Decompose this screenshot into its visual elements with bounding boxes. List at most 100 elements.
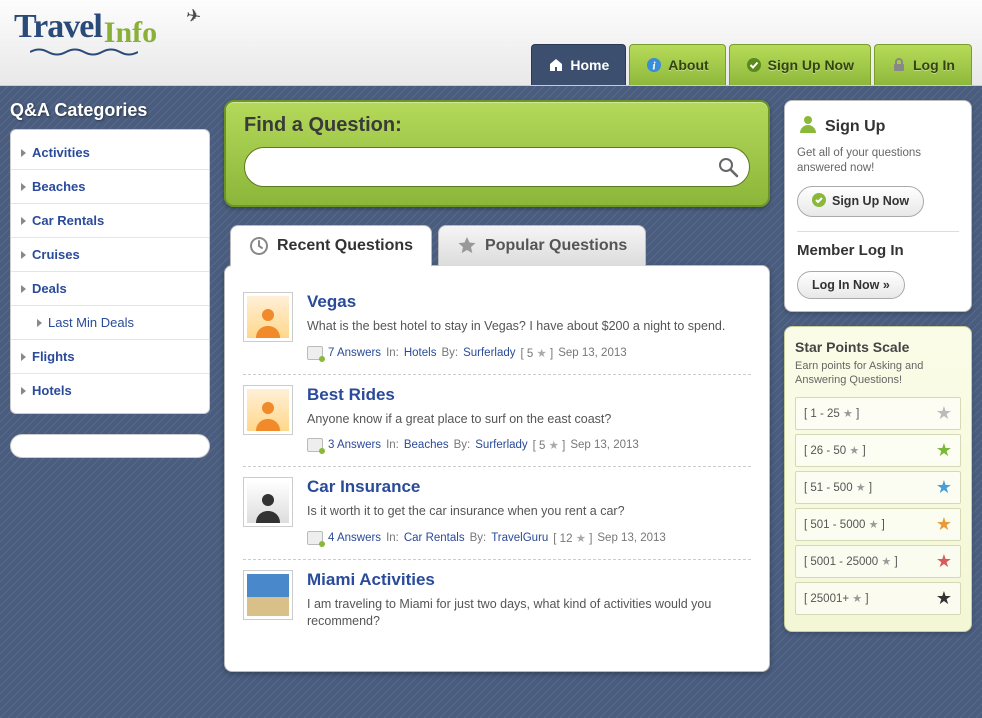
login-title: Member Log In xyxy=(797,242,959,259)
left-sidebar: Q&A Categories Activities Beaches Car Rent… xyxy=(10,100,210,704)
search-input[interactable] xyxy=(244,147,750,187)
nav-sign-up-now[interactable]: Sign Up Now xyxy=(729,44,871,85)
nav-home[interactable]: Home xyxy=(531,44,626,85)
category-cruises[interactable]: Cruises xyxy=(11,238,209,272)
search-icon[interactable] xyxy=(716,155,740,179)
author-link[interactable]: Surferlady xyxy=(475,439,527,451)
tabs-container: Recent Questions Popular Questions Vegas… xyxy=(224,225,770,672)
star-icon: ★ xyxy=(936,440,952,461)
logo-text-2: Info xyxy=(104,16,157,50)
category-link[interactable]: Car Rentals xyxy=(404,532,465,544)
center-column: Find a Question: Recent Questions xyxy=(224,100,770,704)
question-title-link[interactable]: Car Insurance xyxy=(307,477,751,497)
chevron-right-icon xyxy=(21,251,26,259)
answers-icon xyxy=(307,346,323,360)
avatar[interactable] xyxy=(243,570,293,620)
category-label: Last Min Deals xyxy=(48,315,134,330)
categories-title: Q&A Categories xyxy=(10,100,210,121)
category-hotels[interactable]: Hotels xyxy=(11,374,209,407)
answers-link[interactable]: 7 Answers xyxy=(328,347,381,359)
signup-button[interactable]: Sign Up Now xyxy=(797,186,924,217)
scale-range: [ 501 - 5000 ★ ] xyxy=(804,518,885,531)
question-excerpt: Is it worth it to get the car insurance … xyxy=(307,503,751,521)
category-link[interactable]: Hotels xyxy=(404,347,437,359)
tab-popular-questions[interactable]: Popular Questions xyxy=(438,225,646,266)
categories-box: Activities Beaches Car Rentals CruisesDeals… xyxy=(10,129,210,414)
questions-list: Vegas What is the best hotel to stay in V… xyxy=(224,265,770,672)
question-title-link[interactable]: Best Rides xyxy=(307,385,751,405)
chevron-right-icon xyxy=(21,285,26,293)
signup-login-widget: Sign Up Get all of your questions answer… xyxy=(784,100,972,312)
check-icon xyxy=(746,57,762,73)
question-meta: 3 Answers In: Beaches By: Surferlady [ 5… xyxy=(307,438,751,452)
header: Travel Info ✈ Home iAboutSign Up Now Log I… xyxy=(0,0,982,86)
category-flights[interactable]: Flights xyxy=(11,340,209,374)
answers-icon xyxy=(307,531,323,545)
login-button[interactable]: Log In Now » xyxy=(797,271,905,299)
wave-decoration xyxy=(30,48,138,54)
question-excerpt: I am traveling to Miami for just two day… xyxy=(307,596,751,631)
category-label: Beaches xyxy=(32,179,85,194)
star-icon: ★ xyxy=(936,588,952,609)
home-icon xyxy=(548,57,564,73)
author-link[interactable]: Surferlady xyxy=(463,347,515,359)
chevron-right-icon xyxy=(21,217,26,225)
scale-row: [ 25001+ ★ ] ★ xyxy=(795,582,961,615)
info-icon: i xyxy=(646,57,662,73)
scale-range: [ 1 - 25 ★ ] xyxy=(804,407,859,420)
scale-row: [ 51 - 500 ★ ]★ xyxy=(795,471,961,504)
answers-icon xyxy=(307,438,323,452)
question-title-link[interactable]: Miami Activities xyxy=(307,570,751,590)
empty-pill-box xyxy=(10,434,210,458)
chevron-right-icon xyxy=(21,149,26,157)
star-icon xyxy=(457,236,477,256)
signup-title: Sign Up xyxy=(797,113,959,140)
find-question-box: Find a Question: xyxy=(224,100,770,207)
divider xyxy=(797,231,959,232)
nav-log-in[interactable]: Log In xyxy=(874,44,972,85)
category-deals[interactable]: Deals xyxy=(11,272,209,306)
find-question-title: Find a Question: xyxy=(244,114,750,137)
answers-link[interactable]: 4 Answers xyxy=(328,532,381,544)
answers-link[interactable]: 3 Answers xyxy=(328,439,381,451)
scale-row: [ 501 - 5000 ★ ]★ xyxy=(795,508,961,541)
check-icon xyxy=(812,193,826,210)
tab-label: Recent Questions xyxy=(277,237,413,255)
main-nav: Home iAboutSign Up Now Log In xyxy=(528,44,972,85)
logo[interactable]: Travel Info ✈ xyxy=(14,8,157,46)
question-excerpt: What is the best hotel to stay in Vegas?… xyxy=(307,318,751,336)
logo-text-1: Travel xyxy=(14,8,102,46)
question-meta: 7 Answers In: Hotels By: Surferlady [ 5 … xyxy=(307,346,751,360)
scale-row: [ 5001 - 25000 ★ ]★ xyxy=(795,545,961,578)
category-label: Activities xyxy=(32,145,90,160)
clock-icon xyxy=(249,236,269,256)
tab-recent-questions[interactable]: Recent Questions xyxy=(230,225,432,266)
scale-title: Star Points Scale xyxy=(795,339,961,355)
nav-label: Log In xyxy=(913,57,955,73)
category-beaches[interactable]: Beaches xyxy=(11,170,209,204)
scale-range: [ 51 - 500 ★ ] xyxy=(804,481,872,494)
category-activities[interactable]: Activities xyxy=(11,136,209,170)
scale-range: [ 26 - 50 ★ ] xyxy=(804,444,866,457)
category-label: Hotels xyxy=(32,383,72,398)
scale-range: [ 25001+ ★ ] xyxy=(804,592,869,605)
avatar[interactable] xyxy=(243,292,293,342)
author-link[interactable]: TravelGuru xyxy=(491,532,548,544)
lock-icon xyxy=(891,57,907,73)
signup-subtitle: Get all of your questions answered now! xyxy=(797,146,959,176)
plane-icon: ✈ xyxy=(184,5,203,28)
category-label: Car Rentals xyxy=(32,213,104,228)
question-title-link[interactable]: Vegas xyxy=(307,292,751,312)
category-link[interactable]: Beaches xyxy=(404,439,449,451)
question-meta: 4 Answers In: Car Rentals By: TravelGuru… xyxy=(307,531,751,545)
chevron-right-icon xyxy=(21,183,26,191)
scale-range: [ 5001 - 25000 ★ ] xyxy=(804,555,898,568)
question-item: Vegas What is the best hotel to stay in V… xyxy=(243,282,751,375)
nav-about[interactable]: iAbout xyxy=(629,44,725,85)
avatar[interactable] xyxy=(243,385,293,435)
question-excerpt: Anyone know if a great place to surf on … xyxy=(307,411,751,429)
nav-label: Home xyxy=(570,57,609,73)
category-car-rentals[interactable]: Car Rentals xyxy=(11,204,209,238)
avatar[interactable] xyxy=(243,477,293,527)
category-last-min-deals[interactable]: Last Min Deals xyxy=(11,306,209,340)
